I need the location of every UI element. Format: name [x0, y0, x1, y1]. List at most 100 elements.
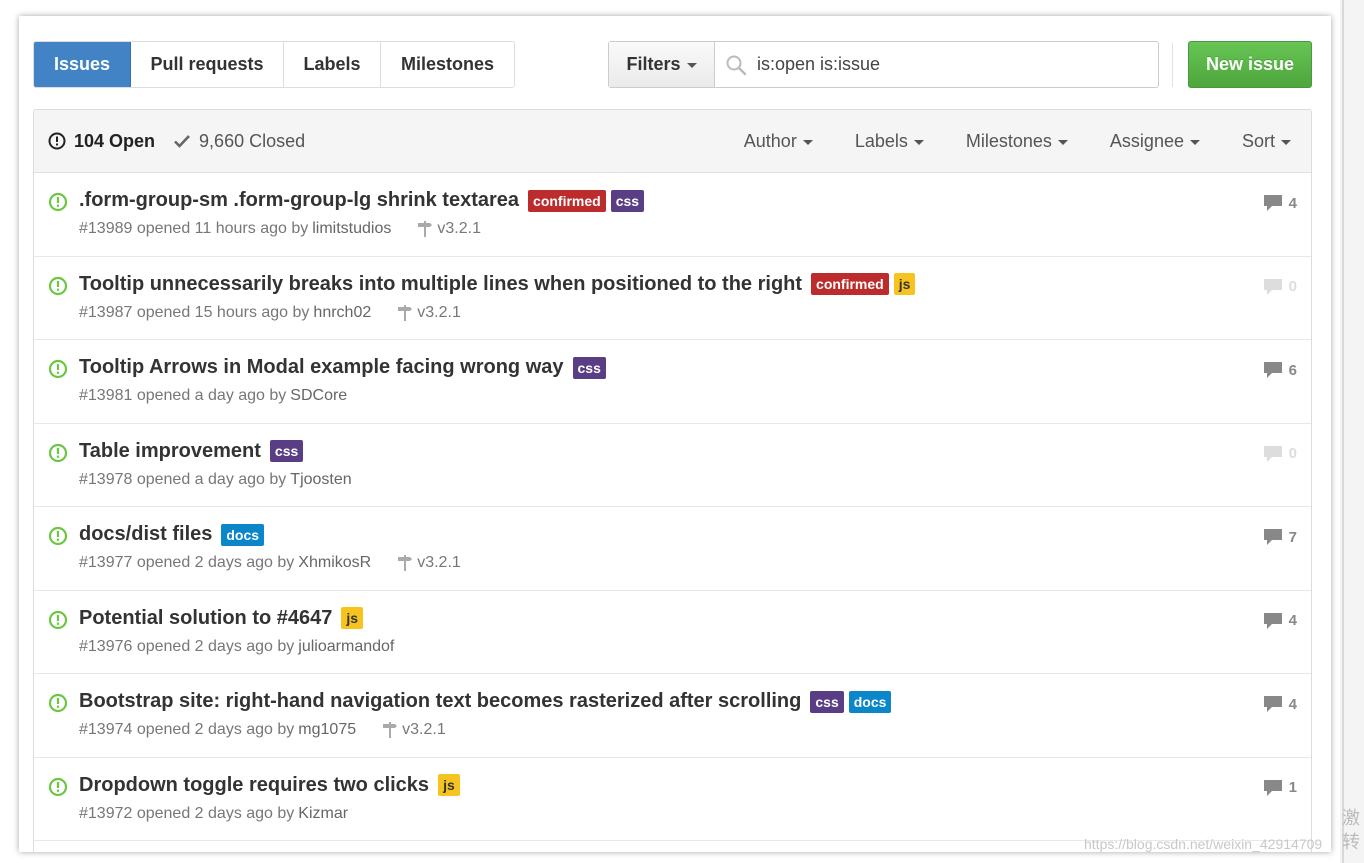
label-js[interactable]: js: [893, 273, 916, 295]
issue-title-link[interactable]: Tooltip Arrows in Modal example facing w…: [79, 356, 564, 379]
issue-comments-link[interactable]: 7: [1263, 528, 1297, 546]
open-issues-link[interactable]: 104 Open: [48, 131, 155, 152]
tab-milestones[interactable]: Milestones: [381, 42, 514, 87]
issue-title-link[interactable]: Potential solution to #4647: [79, 607, 332, 630]
issue-row: Bootstrap site: right-hand navigation te…: [34, 674, 1311, 758]
label-js[interactable]: js: [341, 607, 364, 629]
author-filter-label: Author: [743, 131, 797, 151]
issue-title-line: Dropdown toggle requires two clicks js: [79, 774, 460, 797]
label-js[interactable]: js: [438, 774, 460, 796]
issue-meta: #13989 opened 11 hours ago by limitstudi…: [79, 220, 481, 238]
issue-comment-count: 4: [1288, 695, 1297, 713]
issue-author-link[interactable]: limitstudios: [312, 220, 391, 238]
issue-title-line: Table improvement css: [79, 440, 304, 463]
issue-milestone[interactable]: v3.2.1: [397, 304, 461, 322]
issue-comments-link[interactable]: 0: [1263, 445, 1297, 463]
label-docs[interactable]: docs: [848, 690, 892, 713]
issue-milestone-label: v3.2.1: [437, 220, 481, 237]
issue-title-line: Bootstrap site: right-hand navigation te…: [79, 690, 892, 713]
tab-issues[interactable]: Issues: [34, 42, 131, 87]
closed-issues-link[interactable]: 9,660 Closed: [173, 131, 305, 152]
caret-down-icon: [802, 140, 813, 145]
issues-list-header: 104 Open 9,660 Closed Author Labels Mile…: [34, 110, 1311, 173]
issue-comment-count: 1: [1288, 779, 1297, 796]
issue-opened-icon: [48, 276, 68, 295]
filters-dropdown-button[interactable]: Filters: [609, 42, 715, 87]
watermark-chars: 激转: [1342, 808, 1360, 852]
issue-author-link[interactable]: mg1075: [298, 721, 356, 739]
label-css[interactable]: css: [269, 440, 304, 462]
comment-icon: [1263, 278, 1282, 295]
issues-list: 104 Open 9,660 Closed Author Labels Mile…: [33, 109, 1312, 852]
issue-author-link[interactable]: XhmikosR: [298, 554, 371, 572]
issue-meta: #13976 opened 2 days ago by julioarmando…: [79, 638, 394, 656]
issue-milestone[interactable]: v3.2.1: [382, 721, 446, 739]
issue-comments-link[interactable]: 6: [1263, 361, 1297, 379]
issue-title-link[interactable]: Dropdown toggle requires two clicks: [79, 774, 429, 797]
label-css[interactable]: css: [610, 189, 645, 212]
filters-button-label: Filters: [626, 54, 681, 74]
author-filter[interactable]: Author: [744, 131, 813, 152]
issue-meta-text: #13978 opened a day ago by: [79, 470, 287, 488]
issue-comment-count: 4: [1288, 194, 1297, 212]
page-edge: [1340, 0, 1364, 863]
label-css[interactable]: css: [810, 690, 844, 713]
issue-rows: .form-group-sm .form-group-lg shrink tex…: [34, 173, 1311, 841]
tab-labels[interactable]: Labels: [284, 42, 381, 87]
issues-nav-tabs: Issues Pull requests Labels Milestones: [33, 41, 515, 88]
issues-window: Issues Pull requests Labels Milestones F…: [19, 16, 1331, 852]
comment-icon: [1263, 612, 1282, 629]
issue-meta: #13972 opened 2 days ago by Kizmar: [79, 805, 348, 823]
new-issue-button[interactable]: New issue: [1188, 41, 1312, 88]
issue-milestone-label: v3.2.1: [402, 721, 446, 738]
issues-toolbar: Issues Pull requests Labels Milestones F…: [33, 41, 1312, 89]
issue-meta: #13974 opened 2 days ago by mg1075 v3.2.…: [79, 721, 446, 739]
issue-milestone[interactable]: v3.2.1: [417, 220, 481, 238]
sort-filter[interactable]: Sort: [1242, 131, 1291, 152]
issue-opened-icon: [48, 359, 68, 379]
issue-row: Table improvement css #13978 opened a da…: [34, 423, 1311, 507]
issue-title-link[interactable]: Tooltip unnecessarily breaks into multip…: [79, 273, 802, 296]
assignee-filter[interactable]: Assignee: [1110, 131, 1200, 152]
issue-meta-text: #13977 opened 2 days ago by: [79, 554, 295, 571]
issue-author-link[interactable]: SDCore: [290, 387, 347, 405]
issue-title-link[interactable]: Table improvement: [79, 440, 261, 463]
issue-title-link[interactable]: .form-group-sm .form-group-lg shrink tex…: [79, 189, 519, 212]
caret-down-icon: [1189, 140, 1200, 145]
label-confirmed[interactable]: confirmed: [811, 273, 889, 295]
label-docs[interactable]: docs: [221, 523, 265, 546]
issue-author-link[interactable]: julioarmandof: [298, 638, 394, 656]
issue-comments-link[interactable]: 4: [1263, 194, 1297, 212]
issue-title-link[interactable]: Bootstrap site: right-hand navigation te…: [79, 690, 801, 713]
issue-comments-link[interactable]: 1: [1263, 779, 1297, 797]
issue-title-line: docs/dist files docs: [79, 523, 265, 546]
issue-milestone[interactable]: v3.2.1: [397, 554, 461, 572]
issue-meta-text: #13987 opened 15 hours ago by: [79, 303, 310, 321]
filter-search-box: Filters: [608, 41, 1159, 88]
tab-pull-requests[interactable]: Pull requests: [131, 42, 284, 87]
issue-row: Tooltip Arrows in Modal example facing w…: [34, 340, 1311, 424]
issue-milestone-label: v3.2.1: [417, 303, 461, 321]
issue-title-link[interactable]: docs/dist files: [79, 523, 212, 546]
issue-comments-link[interactable]: 0: [1263, 278, 1297, 296]
issue-meta-text: #13974 opened 2 days ago by: [79, 721, 295, 738]
issue-meta-text: #13981 opened a day ago by: [79, 387, 287, 404]
issue-row: Dropdown toggle requires two clicks js #…: [34, 757, 1311, 841]
issue-comments-link[interactable]: 4: [1263, 695, 1297, 713]
caret-down-icon: [686, 63, 697, 68]
label-css[interactable]: css: [572, 356, 606, 379]
milestones-filter[interactable]: Milestones: [966, 131, 1068, 152]
issue-author-link[interactable]: Tjoosten: [290, 471, 351, 489]
issue-opened-icon: [48, 526, 68, 546]
issue-author-link[interactable]: hnrch02: [313, 304, 371, 322]
issue-author-link[interactable]: Kizmar: [298, 805, 348, 823]
issue-title-line: .form-group-sm .form-group-lg shrink tex…: [79, 189, 645, 212]
issue-meta-text: #13976 opened 2 days ago by: [79, 637, 295, 655]
label-confirmed[interactable]: confirmed: [528, 189, 606, 212]
issue-comments-link[interactable]: 4: [1263, 612, 1297, 630]
labels-filter-label: Labels: [854, 131, 908, 151]
watermark-url: https://blog.csdn.net/weixin_42914709: [1084, 836, 1323, 852]
search-input[interactable]: [757, 54, 1137, 75]
labels-filter[interactable]: Labels: [855, 131, 924, 152]
issue-comment-count: 7: [1288, 528, 1297, 546]
